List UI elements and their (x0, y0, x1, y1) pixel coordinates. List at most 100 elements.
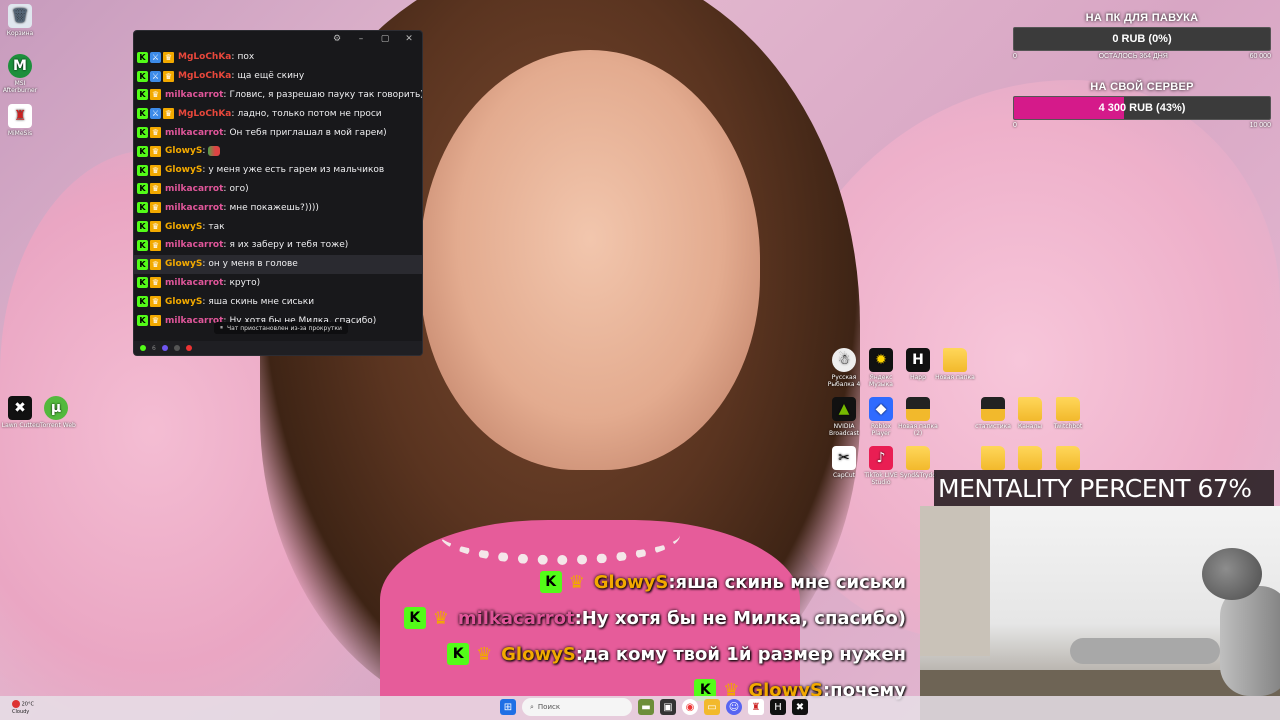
desktop-icon-recycle-bin[interactable]: 🗑 Корзина (0, 4, 40, 37)
taskbar-app-mimesis-icon[interactable]: ♜ (748, 699, 764, 715)
desktop-icon-folder-b[interactable] (1010, 446, 1050, 472)
crown-badge-icon: ♛ (150, 239, 161, 251)
desktop-icon-nvidia[interactable]: ▲ NVIDIA Broadcast (824, 397, 864, 437)
crown-badge-icon: ♛ (150, 145, 161, 157)
chat-username[interactable]: milkacarrot (165, 184, 223, 194)
webcam-chair-headrest (1202, 548, 1262, 600)
chat-username[interactable]: GlowyS (165, 165, 202, 175)
folder-icon (906, 446, 930, 470)
desktop-icon-channels[interactable]: Каналы (1010, 397, 1050, 430)
chat-username[interactable]: milkacarrot (165, 278, 223, 288)
chat-separator: : (202, 259, 206, 270)
chat-paused-notice[interactable]: ⏸ Чат приостановлен из-за прокрутки (214, 322, 348, 334)
chat-message[interactable]: K ♛ GlowyS: яша скинь мне сиськи (134, 292, 422, 311)
taskbar-center: ⊞ ⌕ Поиск ▬ ▣ ◉ ▭ ☺ ♜ H ✖ (500, 698, 808, 716)
chat-message[interactable]: K ♛ GlowyS: (134, 142, 422, 161)
chat-username[interactable]: MgLoChKa (178, 71, 231, 81)
chat-username[interactable]: milkacarrot (165, 128, 223, 138)
desktop-icon-synd-folder[interactable]: Synd&Trydo (898, 446, 938, 479)
chrome-icon[interactable]: ◉ (682, 699, 698, 715)
taskbar-app-hamp-icon[interactable]: H (770, 699, 786, 715)
watermelon-emote-icon (208, 146, 221, 157)
folder-icon (981, 397, 1005, 421)
overlay-message-text: Ну хотя бы не Милка, спасибо) (581, 607, 906, 629)
chat-message[interactable]: K ♛ GlowyS: он у меня в голове (134, 254, 422, 274)
desktop-icon-tiktok-live[interactable]: ♪ TikTok LIVE Studio (861, 446, 901, 486)
desktop-icon-twitchbot[interactable]: Twitchbot (1048, 397, 1088, 430)
chat-username[interactable]: milkacarrot (165, 90, 223, 100)
maximize-button[interactable]: ▢ (380, 34, 390, 44)
chat-username[interactable]: MgLoChKa (178, 52, 231, 62)
chat-username[interactable]: GlowyS (165, 146, 202, 156)
task-view-icon[interactable]: ▣ (660, 699, 676, 715)
taskbar-search[interactable]: ⌕ Поиск (522, 698, 632, 716)
discord-icon[interactable]: ☺ (726, 699, 742, 715)
desktop-icon-lawn-cutter[interactable]: ✖ Lawn Cutter (0, 396, 40, 429)
overlay-separator: : (575, 643, 583, 665)
weather-widget[interactable]: 20°C Cloudy (12, 700, 34, 716)
kick-status-icon (140, 345, 146, 351)
desktop-icon-mimesis[interactable]: ♜ MiMeSis (0, 104, 40, 137)
mimesis-icon: ♜ (8, 104, 32, 128)
chat-message[interactable]: K ♛ milkacarrot: Он тебя приглашал в мой га… (134, 123, 422, 142)
desktop-icon-utorrent[interactable]: µ uTorrent Web (36, 396, 76, 429)
close-button[interactable]: ✕ (404, 34, 414, 44)
chat-username[interactable]: GlowyS (165, 259, 202, 269)
weather-icon (12, 700, 20, 708)
chat-message[interactable]: K ⚔ ♛ MgLoChKa: ща ещё скину (134, 67, 422, 86)
chat-message[interactable]: K ♛ milkacarrot: я их заберу и тебя тоже) (134, 236, 422, 255)
msi-afterburner-icon: M (8, 54, 32, 78)
chat-username[interactable]: GlowyS (165, 222, 202, 232)
chat-message[interactable]: K ⚔ ♛ MgLoChKa: пох (134, 48, 422, 67)
chat-titlebar: ⚙ – ▢ ✕ (134, 31, 422, 47)
desktop-icon-yandex-music[interactable]: ✹ Яндекс Музыка (861, 348, 901, 388)
chat-username[interactable]: milkacarrot (165, 203, 223, 213)
desktop-icon-msi-afterburner[interactable]: M MSI Afterburner (0, 54, 40, 94)
desktop-icon-folder-c[interactable] (1048, 446, 1088, 472)
chat-message[interactable]: K ♛ milkacarrot: мне покажешь?)))) (134, 198, 422, 217)
chat-message[interactable]: K ♛ GlowyS: так (134, 217, 422, 236)
folder-icon (1018, 446, 1042, 470)
crown-badge-icon: ♛ (150, 221, 161, 233)
crown-badge-icon: ♛ (432, 607, 449, 629)
start-button[interactable]: ⊞ (500, 699, 516, 715)
capcut-icon: ✂ (832, 446, 856, 470)
desktop-icon-label: Twitchbot (1053, 423, 1083, 430)
webcam-chair-arm (1070, 638, 1220, 664)
pause-icon: ⏸ (220, 324, 224, 331)
kick-badge-icon: K (137, 183, 148, 195)
desktop-icon-folder-a[interactable] (973, 446, 1013, 472)
chat-message[interactable]: K ♛ milkacarrot: круто) (134, 274, 422, 293)
desktop-icon-statistics[interactable]: статистика (973, 397, 1013, 430)
desktop-icon-fishing[interactable]: ☃ Русская Рыбалка 4 (824, 348, 864, 388)
desktop-icon-label: Новая папка (935, 374, 975, 381)
chat-window: ⚙ – ▢ ✕ K ⚔ ♛ MgLoChKa: пох K ⚔ ♛ MgLoChKa: ща ещ… (133, 30, 423, 356)
chat-message-text: Гловис, я разрешаю пауку так говорить) (229, 89, 422, 100)
chat-message-list[interactable]: K ⚔ ♛ MgLoChKa: пох K ⚔ ♛ MgLoChKa: ща ещё скину K… (134, 48, 422, 348)
chat-message[interactable]: K ♛ GlowyS: у меня уже есть гарем из мальчи… (134, 161, 422, 180)
desktop-icon-new-folder[interactable]: Новая папка (935, 348, 975, 381)
chat-message-text: так (208, 221, 225, 232)
desktop-icon-new-folder-2[interactable]: Новая папка (2) (898, 397, 938, 437)
chat-message[interactable]: K ♛ milkacarrot: Гловис, я разрешаю пауку т… (134, 86, 422, 105)
goal-max: 60 000 (1249, 53, 1271, 60)
crown-badge-icon: ♛ (476, 643, 493, 665)
desktop-icon-roblox[interactable]: ◆ Roblox Player (861, 397, 901, 437)
file-explorer-icon[interactable]: ▭ (704, 699, 720, 715)
chat-footer: 6 (134, 341, 422, 355)
settings-icon[interactable]: ⚙ (332, 34, 342, 44)
minimize-button[interactable]: – (356, 34, 366, 44)
chat-message-text: я их заберу и тебя тоже) (229, 240, 349, 251)
chat-username[interactable]: milkacarrot (165, 240, 223, 250)
desktop-icon-capcut[interactable]: ✂ CapCut (824, 446, 864, 479)
crown-badge-icon: ♛ (163, 51, 174, 63)
taskbar-app-game-icon[interactable]: ▬ (638, 699, 654, 715)
taskbar-app-game2-icon[interactable]: ✖ (792, 699, 808, 715)
chat-message[interactable]: K ⚔ ♛ MgLoChKa: ладно, только потом не проси (134, 104, 422, 123)
chat-username[interactable]: MgLoChKa (178, 109, 231, 119)
desktop-icon-label: Новая папка (2) (898, 423, 938, 437)
desktop-icon-hamp[interactable]: H Hapр (898, 348, 938, 381)
chat-username[interactable]: GlowyS (165, 297, 202, 307)
game-icon: ✖ (8, 396, 32, 420)
chat-message[interactable]: K ♛ milkacarrot: ого) (134, 180, 422, 199)
